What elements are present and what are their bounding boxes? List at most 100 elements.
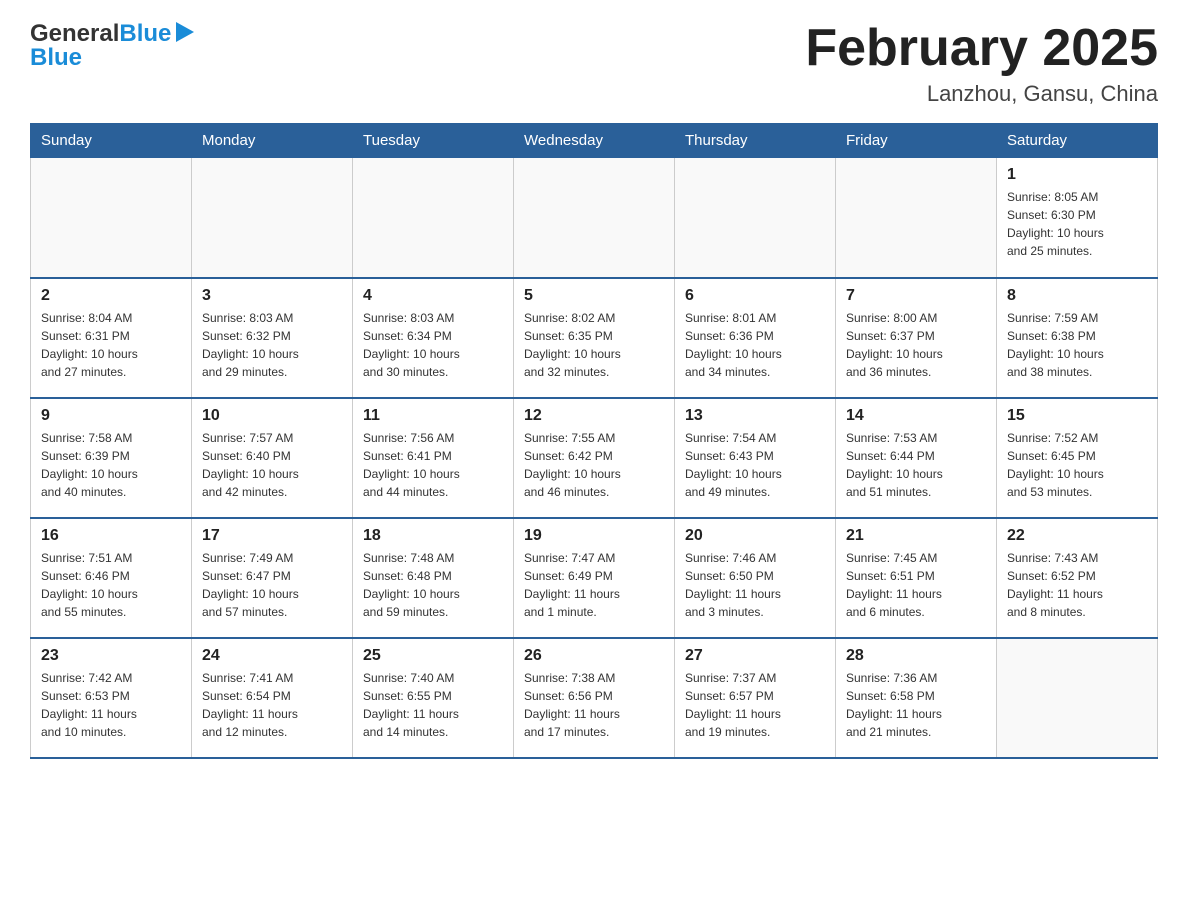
day-info: Sunrise: 7:57 AM Sunset: 6:40 PM Dayligh… [202,429,342,501]
day-info: Sunrise: 7:38 AM Sunset: 6:56 PM Dayligh… [524,669,664,741]
day-info: Sunrise: 7:59 AM Sunset: 6:38 PM Dayligh… [1007,309,1147,381]
calendar-title-area: February 2025 Lanzhou, Gansu, China [805,20,1158,107]
day-info: Sunrise: 7:53 AM Sunset: 6:44 PM Dayligh… [846,429,986,501]
weekday-header-friday: Friday [836,124,997,158]
day-number: 2 [41,287,181,305]
calendar-week-row: 2 Sunrise: 8:04 AM Sunset: 6:31 PM Daylig… [31,278,1158,398]
day-number: 18 [363,527,503,545]
day-number: 16 [41,527,181,545]
day-number: 7 [846,287,986,305]
calendar-cell [997,638,1158,758]
logo: General Blue Blue [30,20,194,72]
logo-blue-text: Blue [119,20,194,48]
day-number: 15 [1007,407,1147,425]
day-info: Sunrise: 7:58 AM Sunset: 6:39 PM Dayligh… [41,429,181,501]
day-number: 26 [524,647,664,665]
weekday-header-wednesday: Wednesday [514,124,675,158]
day-info: Sunrise: 7:42 AM Sunset: 6:53 PM Dayligh… [41,669,181,741]
logo-triangle-icon [176,22,194,42]
month-title: February 2025 [805,20,1158,77]
day-info: Sunrise: 7:56 AM Sunset: 6:41 PM Dayligh… [363,429,503,501]
calendar-cell: 4 Sunrise: 8:03 AM Sunset: 6:34 PM Daylig… [353,278,514,398]
calendar-week-row: 16 Sunrise: 7:51 AM Sunset: 6:46 PM Dayli… [31,518,1158,638]
day-info: Sunrise: 7:46 AM Sunset: 6:50 PM Dayligh… [685,549,825,621]
day-info: Sunrise: 7:47 AM Sunset: 6:49 PM Dayligh… [524,549,664,621]
day-number: 1 [1007,166,1147,184]
weekday-header-tuesday: Tuesday [353,124,514,158]
day-number: 9 [41,407,181,425]
day-number: 17 [202,527,342,545]
calendar-cell: 17 Sunrise: 7:49 AM Sunset: 6:47 PM Dayli… [192,518,353,638]
calendar-week-row: 23 Sunrise: 7:42 AM Sunset: 6:53 PM Dayli… [31,638,1158,758]
weekday-header-monday: Monday [192,124,353,158]
calendar-cell: 18 Sunrise: 7:48 AM Sunset: 6:48 PM Dayli… [353,518,514,638]
day-number: 4 [363,287,503,305]
day-number: 19 [524,527,664,545]
calendar-table: SundayMondayTuesdayWednesdayThursdayFrid… [30,123,1158,759]
day-info: Sunrise: 7:55 AM Sunset: 6:42 PM Dayligh… [524,429,664,501]
day-info: Sunrise: 7:54 AM Sunset: 6:43 PM Dayligh… [685,429,825,501]
day-info: Sunrise: 8:03 AM Sunset: 6:34 PM Dayligh… [363,309,503,381]
calendar-cell: 15 Sunrise: 7:52 AM Sunset: 6:45 PM Dayli… [997,398,1158,518]
calendar-cell: 22Sunrise: 7:43 AM Sunset: 6:52 PM Dayli… [997,518,1158,638]
day-info: Sunrise: 8:04 AM Sunset: 6:31 PM Dayligh… [41,309,181,381]
calendar-cell: 20 Sunrise: 7:46 AM Sunset: 6:50 PM Dayli… [675,518,836,638]
day-info: Sunrise: 8:05 AM Sunset: 6:30 PM Dayligh… [1007,188,1147,260]
calendar-cell: 7 Sunrise: 8:00 AM Sunset: 6:37 PM Daylig… [836,278,997,398]
day-info: Sunrise: 7:43 AM Sunset: 6:52 PM Dayligh… [1007,549,1147,621]
calendar-cell: 3 Sunrise: 8:03 AM Sunset: 6:32 PM Daylig… [192,278,353,398]
day-number: 20 [685,527,825,545]
logo-line2: Blue [30,44,82,72]
calendar-cell: 2 Sunrise: 8:04 AM Sunset: 6:31 PM Daylig… [31,278,192,398]
calendar-cell: 13 Sunrise: 7:54 AM Sunset: 6:43 PM Dayli… [675,398,836,518]
day-number: 13 [685,407,825,425]
day-number: 27 [685,647,825,665]
day-info: Sunrise: 7:49 AM Sunset: 6:47 PM Dayligh… [202,549,342,621]
page-header: General Blue Blue February 2025 Lanzhou,… [30,20,1158,107]
calendar-cell: 14Sunrise: 7:53 AM Sunset: 6:44 PM Dayli… [836,398,997,518]
day-info: Sunrise: 8:00 AM Sunset: 6:37 PM Dayligh… [846,309,986,381]
calendar-cell: 9 Sunrise: 7:58 AM Sunset: 6:39 PM Daylig… [31,398,192,518]
calendar-cell: 11 Sunrise: 7:56 AM Sunset: 6:41 PM Dayli… [353,398,514,518]
calendar-cell [31,158,192,278]
day-number: 6 [685,287,825,305]
day-info: Sunrise: 7:41 AM Sunset: 6:54 PM Dayligh… [202,669,342,741]
calendar-cell [353,158,514,278]
day-number: 5 [524,287,664,305]
day-number: 11 [363,407,503,425]
day-number: 24 [202,647,342,665]
weekday-header-thursday: Thursday [675,124,836,158]
calendar-cell: 8 Sunrise: 7:59 AM Sunset: 6:38 PM Daylig… [997,278,1158,398]
day-info: Sunrise: 8:03 AM Sunset: 6:32 PM Dayligh… [202,309,342,381]
day-number: 28 [846,647,986,665]
calendar-cell: 16 Sunrise: 7:51 AM Sunset: 6:46 PM Dayli… [31,518,192,638]
day-info: Sunrise: 7:48 AM Sunset: 6:48 PM Dayligh… [363,549,503,621]
day-info: Sunrise: 7:40 AM Sunset: 6:55 PM Dayligh… [363,669,503,741]
calendar-cell: 5 Sunrise: 8:02 AM Sunset: 6:35 PM Daylig… [514,278,675,398]
weekday-header-sunday: Sunday [31,124,192,158]
day-info: Sunrise: 7:36 AM Sunset: 6:58 PM Dayligh… [846,669,986,741]
day-info: Sunrise: 7:51 AM Sunset: 6:46 PM Dayligh… [41,549,181,621]
day-info: Sunrise: 7:45 AM Sunset: 6:51 PM Dayligh… [846,549,986,621]
day-number: 23 [41,647,181,665]
day-info: Sunrise: 8:02 AM Sunset: 6:35 PM Dayligh… [524,309,664,381]
day-number: 3 [202,287,342,305]
calendar-cell [836,158,997,278]
day-info: Sunrise: 7:52 AM Sunset: 6:45 PM Dayligh… [1007,429,1147,501]
calendar-cell [514,158,675,278]
day-number: 21 [846,527,986,545]
weekday-header-saturday: Saturday [997,124,1158,158]
calendar-cell [675,158,836,278]
calendar-cell: 1 Sunrise: 8:05 AM Sunset: 6:30 PM Daylig… [997,158,1158,278]
calendar-cell: 26 Sunrise: 7:38 AM Sunset: 6:56 PM Dayli… [514,638,675,758]
calendar-week-row: 9 Sunrise: 7:58 AM Sunset: 6:39 PM Daylig… [31,398,1158,518]
weekday-header-row: SundayMondayTuesdayWednesdayThursdayFrid… [31,124,1158,158]
day-number: 12 [524,407,664,425]
day-number: 25 [363,647,503,665]
calendar-cell: 24 Sunrise: 7:41 AM Sunset: 6:54 PM Dayli… [192,638,353,758]
day-number: 8 [1007,287,1147,305]
calendar-cell: 27Sunrise: 7:37 AM Sunset: 6:57 PM Dayli… [675,638,836,758]
calendar-cell: 6Sunrise: 8:01 AM Sunset: 6:36 PM Daylig… [675,278,836,398]
calendar-cell: 28 Sunrise: 7:36 AM Sunset: 6:58 PM Dayli… [836,638,997,758]
calendar-cell: 23 Sunrise: 7:42 AM Sunset: 6:53 PM Dayli… [31,638,192,758]
